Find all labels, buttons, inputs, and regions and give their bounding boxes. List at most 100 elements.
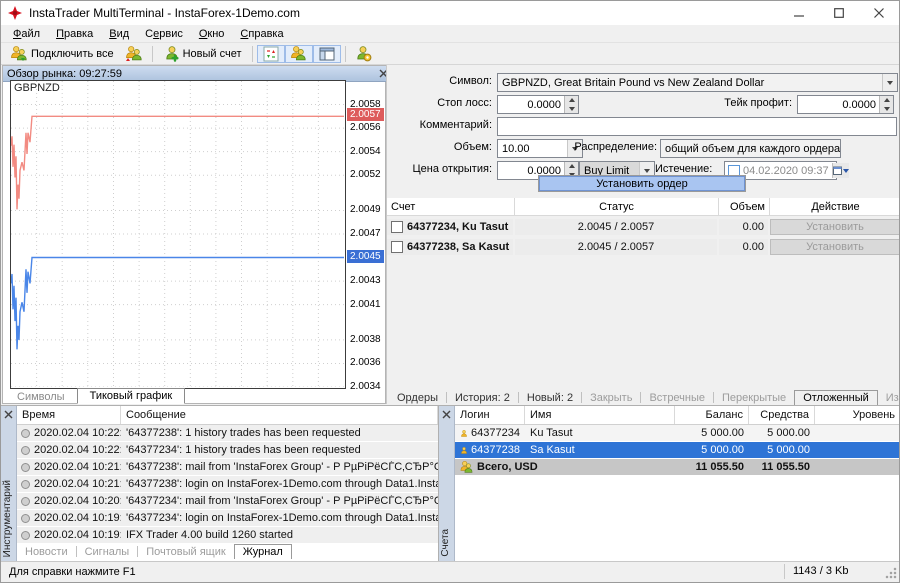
connect-all-button[interactable]: Подключить все <box>5 45 120 63</box>
layout-toggle-button[interactable] <box>313 45 341 63</box>
list-item[interactable]: 2020.02.04 10:21:0...'64377238': login o… <box>17 476 438 492</box>
menu-item-edit[interactable]: Правка <box>48 27 101 41</box>
minimize-button[interactable] <box>779 1 819 25</box>
table-row[interactable]: 64377234 Ku Tasut 5 000.00 5 000.00 <box>455 425 900 441</box>
price-tick-label: 2.0034 <box>350 381 381 392</box>
price-tick-label: 2.0056 <box>350 122 381 133</box>
maximize-button[interactable] <box>819 1 859 25</box>
price-tick-label: 2.0049 <box>350 204 381 215</box>
table-row-selected[interactable]: 64377238 Sa Kasut 5 000.00 5 000.00 <box>455 442 900 458</box>
tab-overlapped[interactable]: Перекрытые <box>714 391 794 405</box>
tab-symbols[interactable]: Символы <box>7 390 75 404</box>
expert-settings-button[interactable] <box>350 45 378 63</box>
terminal-close-button[interactable] <box>3 409 14 420</box>
tab-new[interactable]: Новый: 2 <box>519 391 581 405</box>
list-item[interactable]: 2020.02.04 10:20:0...'64377234': mail fr… <box>17 493 438 509</box>
list-item[interactable]: 2020.02.04 10:22:2...'64377238': 1 histo… <box>17 425 438 441</box>
spin-up-icon[interactable] <box>565 162 578 171</box>
menu-item-file[interactable]: Файл <box>5 27 48 41</box>
accounts-panel-strip: Счета <box>439 406 455 561</box>
accounts-toggle-button[interactable] <box>285 45 313 63</box>
comment-fieldbox <box>497 117 897 136</box>
distribution-select[interactable]: общий объем для каждого ордера <box>660 139 841 158</box>
spin-down-icon[interactable] <box>565 105 578 114</box>
user-icon <box>460 427 468 440</box>
terminal-panel-label[interactable]: Инструментарий <box>2 480 13 557</box>
column-header-level[interactable]: Уровень <box>815 406 900 424</box>
tick-chart: GBPNZD <box>10 80 346 389</box>
column-header-message[interactable]: Сообщение <box>121 406 438 424</box>
journal-rows: 2020.02.04 10:22:2...'64377238': 1 histo… <box>17 425 438 544</box>
column-header-login[interactable]: Логин <box>455 406 525 424</box>
log-entry-icon <box>21 514 30 523</box>
stop-loss-label: Стоп лосс: <box>392 97 492 109</box>
column-header-account[interactable]: Счет <box>387 198 515 215</box>
accounts-close-button[interactable] <box>441 409 452 420</box>
column-header-action[interactable]: Действие <box>770 198 900 215</box>
volume-cell: 0.00 <box>719 219 768 235</box>
tab-modify[interactable]: Изменить <box>878 391 900 405</box>
column-header-status[interactable]: Статус <box>515 198 719 215</box>
take-profit-input[interactable] <box>798 96 879 113</box>
new-account-button[interactable]: Новый счет <box>157 45 248 63</box>
resize-grip[interactable] <box>885 567 897 579</box>
tab-counter[interactable]: Встречные <box>641 391 713 405</box>
tab-history[interactable]: История: 2 <box>447 391 518 405</box>
close-icon <box>3 409 14 420</box>
volume-label: Объем: <box>392 141 492 153</box>
menu-item-service[interactable]: Сервис <box>137 27 191 41</box>
app-logo-icon <box>7 5 23 21</box>
disconnect-all-icon <box>126 46 142 62</box>
tab-close[interactable]: Закрыть <box>582 391 640 405</box>
calendar-icon[interactable] <box>832 163 849 178</box>
toolbar-separator <box>252 46 253 62</box>
menu-item-window[interactable]: Окно <box>191 27 233 41</box>
market-watch-tabs: Символы Тиковый график <box>7 388 185 404</box>
row-checkbox[interactable] <box>391 241 403 253</box>
tab-orders[interactable]: Ордеры <box>389 391 446 405</box>
tab-pending[interactable]: Отложенный <box>794 390 878 405</box>
column-header-time[interactable]: Время <box>17 406 121 424</box>
table-row[interactable]: 64377238, Sa Kasut 2.0045 / 2.0057 0.00 … <box>387 238 900 256</box>
place-order-button[interactable]: Установить ордер <box>539 176 745 191</box>
chevron-down-icon <box>840 140 841 157</box>
list-item[interactable]: 2020.02.04 10:19:3...IFX Trader 4.00 bui… <box>17 527 438 543</box>
accounts-panel-label[interactable]: Счета <box>440 529 451 557</box>
spin-up-icon[interactable] <box>565 96 578 105</box>
market-watch-panel: Обзор рынка: 09:27:59 GBPNZD 2.00582.005… <box>2 65 386 404</box>
take-profit-stepper[interactable] <box>797 95 894 114</box>
place-row-order-button[interactable]: Установить <box>770 239 900 255</box>
menu-item-help[interactable]: Справка <box>232 27 291 41</box>
users-group-icon <box>460 461 474 474</box>
table-row[interactable]: 64377234, Ku Tasut 2.0045 / 2.0057 0.00 … <box>387 218 900 236</box>
column-header-balance[interactable]: Баланс <box>675 406 749 424</box>
list-item[interactable]: 2020.02.04 10:21:1...'64377238': mail fr… <box>17 459 438 475</box>
comment-input[interactable] <box>498 118 896 135</box>
expiration-checkbox[interactable] <box>728 165 740 177</box>
column-header-volume[interactable]: Объем <box>719 198 770 215</box>
tab-mailbox[interactable]: Почтовый ящик <box>138 545 233 559</box>
list-item[interactable]: 2020.02.04 10:19:5...'64377234': login o… <box>17 510 438 526</box>
disconnect-all-button[interactable] <box>120 45 148 63</box>
stop-loss-stepper[interactable] <box>497 95 579 114</box>
close-icon <box>441 409 452 420</box>
tab-tick-chart[interactable]: Тиковый график <box>77 388 186 404</box>
row-checkbox[interactable] <box>391 221 403 233</box>
tab-news[interactable]: Новости <box>17 545 76 559</box>
take-profit-label: Тейк профит: <box>692 97 792 109</box>
spin-down-icon[interactable] <box>880 105 893 114</box>
tab-signals[interactable]: Сигналы <box>77 545 138 559</box>
close-button[interactable] <box>859 1 899 25</box>
tab-journal[interactable]: Журнал <box>234 544 292 559</box>
list-item[interactable]: 2020.02.04 10:22:2...'64377234': 1 histo… <box>17 442 438 458</box>
stop-loss-input[interactable] <box>498 96 564 113</box>
spin-up-icon[interactable] <box>880 96 893 105</box>
comment-label: Комментарий: <box>392 119 492 131</box>
terminal-tabs: Новости Сигналы Почтовый ящик Журнал <box>17 543 292 559</box>
market-watch-toggle-button[interactable] <box>257 45 285 63</box>
symbol-select[interactable]: GBPNZD, Great Britain Pound vs New Zeala… <box>497 73 898 92</box>
column-header-equity[interactable]: Средства <box>749 406 815 424</box>
place-row-order-button[interactable]: Установить <box>770 219 900 235</box>
column-header-name[interactable]: Имя <box>525 406 675 424</box>
menu-item-view[interactable]: Вид <box>101 27 137 41</box>
